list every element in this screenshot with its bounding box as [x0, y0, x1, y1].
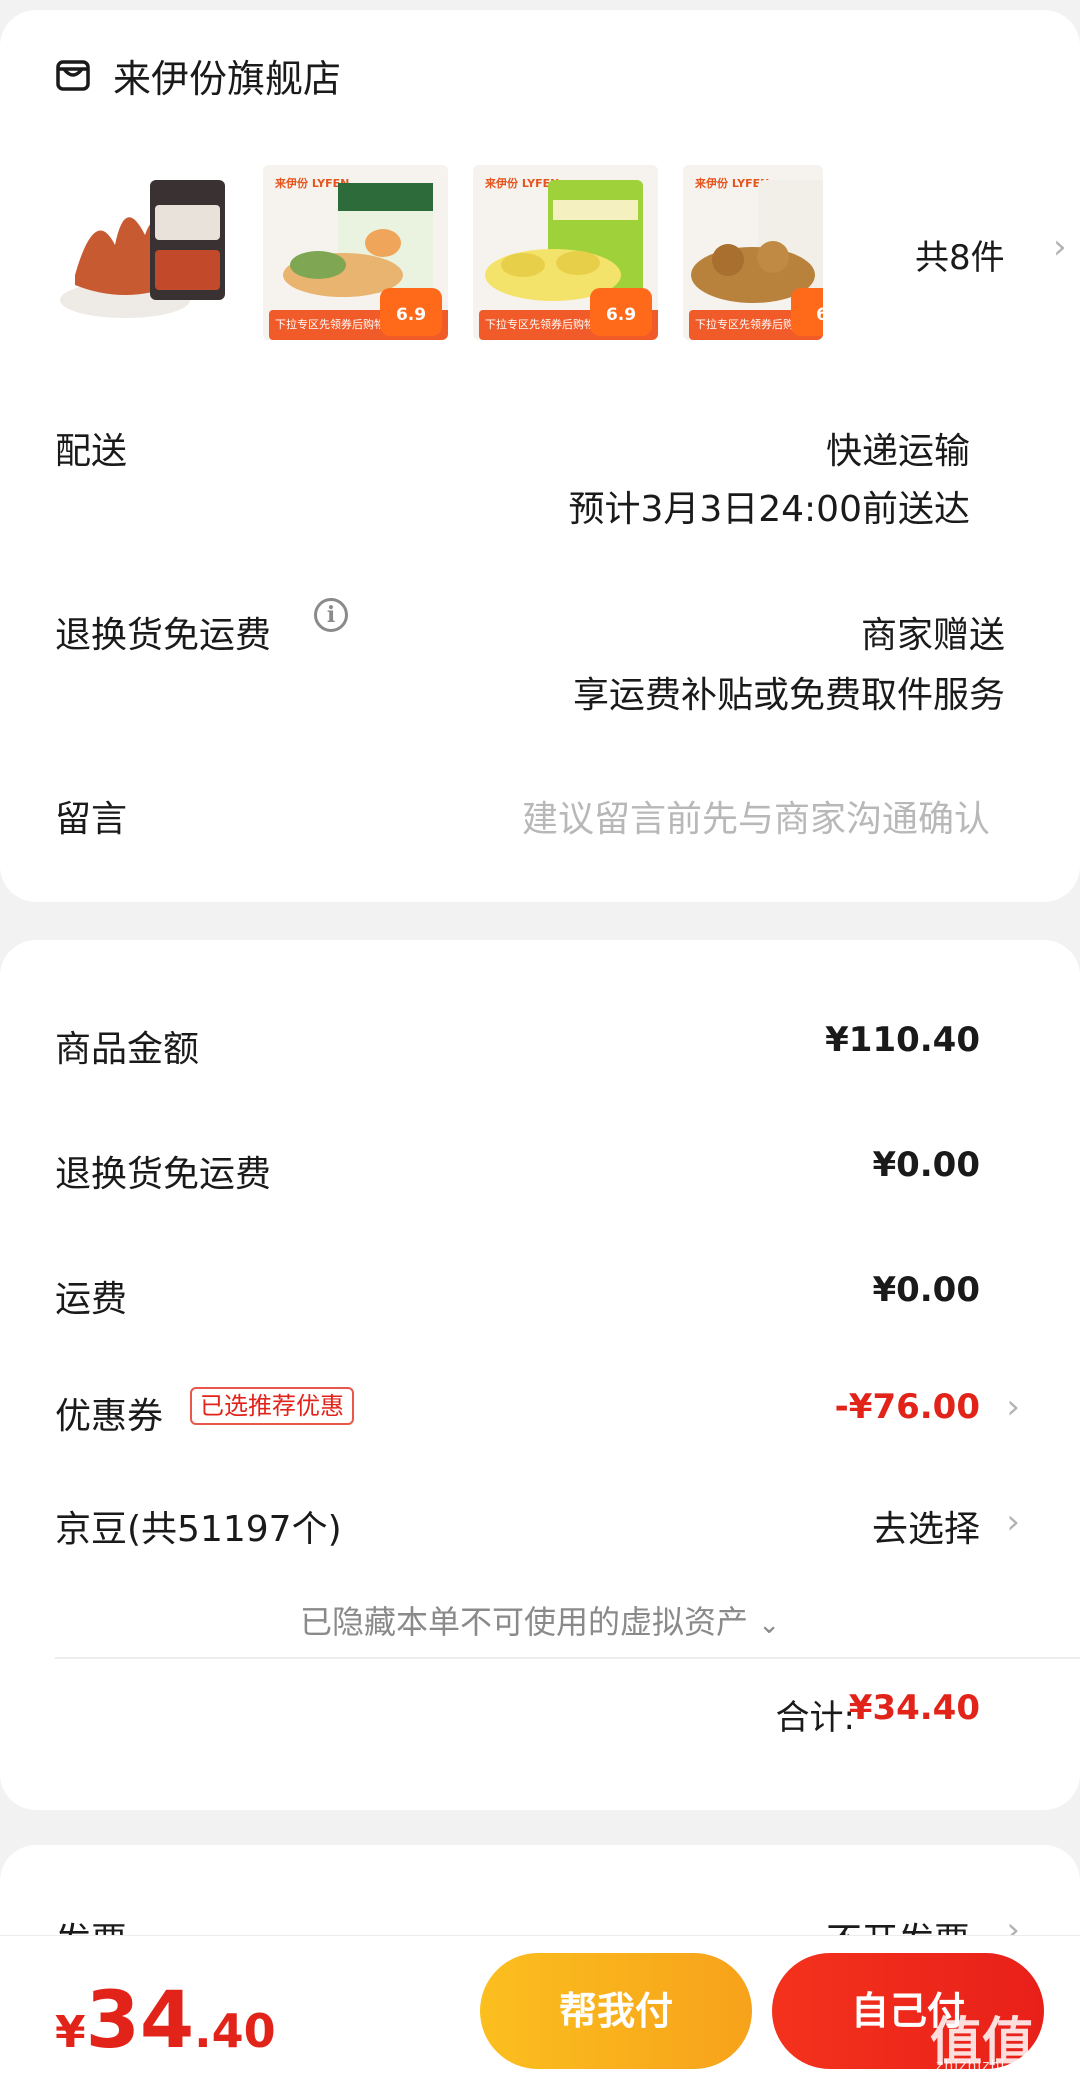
coupon-value[interactable]: -¥76.00 — [835, 1387, 980, 1427]
return-fee-label: 退换货免运费 — [55, 1154, 272, 1195]
item-count[interactable]: 共8件 — [915, 230, 1005, 279]
store-icon — [56, 60, 90, 91]
product-thumb-3[interactable]: 来伊份 LYFEN 下拉专区先领券后购物 6.9 — [473, 165, 658, 340]
divider — [55, 1657, 1080, 1659]
delivery-label: 配送 — [55, 431, 128, 472]
return-free-label: 退换货免运费 — [55, 615, 272, 656]
delivery-method[interactable]: 快递运输 — [826, 422, 970, 474]
goods-amount-value: ¥110.40 — [825, 1020, 980, 1060]
chevron-right-icon[interactable]: › — [1006, 1387, 1020, 1427]
total-label: 合计: — [775, 1698, 855, 1738]
product-thumb-4[interactable]: 来伊份 LYFEN 下拉专区先领券后购物 6 — [683, 165, 823, 340]
return-free-value: 商家赠送 — [860, 615, 1005, 656]
shop-header[interactable]: 来伊份旗舰店 — [55, 45, 341, 105]
duck-neck-image — [60, 180, 225, 318]
total-value: ¥34.40 — [848, 1688, 980, 1728]
return-fee-value: ¥0.00 — [872, 1145, 980, 1185]
delivery-eta: 预计3月3日24:00前送达 — [568, 489, 970, 530]
coupon-badge: 已选推荐优惠 — [190, 1387, 354, 1425]
shipping-label: 运费 — [55, 1279, 128, 1320]
promo-price: 6.9 — [590, 288, 652, 336]
watermark-url: zhizhizhi.com — [936, 2058, 1044, 2074]
price-symbol: ¥ — [55, 2007, 86, 2058]
bottom-action-bar: ¥34.40 帮我付 自己付 值值值 zhizhizhi.com — [0, 1935, 1080, 2084]
help-pay-button[interactable]: 帮我付 — [480, 1953, 752, 2069]
product-thumb-1[interactable] — [55, 165, 240, 340]
return-free-desc: 享运费补贴或免费取件服务 — [572, 675, 1005, 716]
goods-amount-label: 商品金额 — [55, 1029, 200, 1070]
chevron-right-icon[interactable]: › — [1053, 227, 1067, 267]
product-thumb-2[interactable]: 来伊份 LYFEN 下拉专区先领券后购物 6.9 — [263, 165, 448, 340]
chevron-right-icon[interactable]: › — [1006, 1502, 1020, 1542]
hidden-assets-text: 已隐藏本单不可使用的虚拟资产 — [300, 1603, 749, 1641]
jd-beans-label[interactable]: 京豆(共51197个) — [55, 1500, 342, 1552]
promo-price: 6.9 — [380, 288, 442, 336]
price-decimal: .40 — [194, 2004, 276, 2058]
price-integer: 34 — [85, 1976, 195, 2066]
shipping-value: ¥0.00 — [872, 1270, 980, 1310]
message-input[interactable]: 建议留言前先与商家沟通确认 — [522, 790, 990, 842]
promo-price: 6 — [791, 288, 823, 336]
jd-beans-select[interactable]: 去选择 — [872, 1500, 980, 1552]
hidden-assets-toggle[interactable]: 已隐藏本单不可使用的虚拟资产 ⌄ — [0, 1597, 1080, 1643]
bottom-total-price: ¥34.40 — [55, 1976, 276, 2066]
coupon-label[interactable]: 优惠券 — [55, 1387, 163, 1439]
chevron-down-icon: ⌄ — [758, 1610, 780, 1640]
info-icon[interactable]: i — [314, 598, 348, 632]
message-label: 留言 — [55, 799, 128, 840]
shop-name: 来伊份旗舰店 — [113, 56, 342, 101]
product-thumbnails[interactable]: 来伊份 LYFEN 下拉专区先领券后购物 6.9 来伊份 LYFEN 下拉专区先… — [55, 165, 1067, 365]
